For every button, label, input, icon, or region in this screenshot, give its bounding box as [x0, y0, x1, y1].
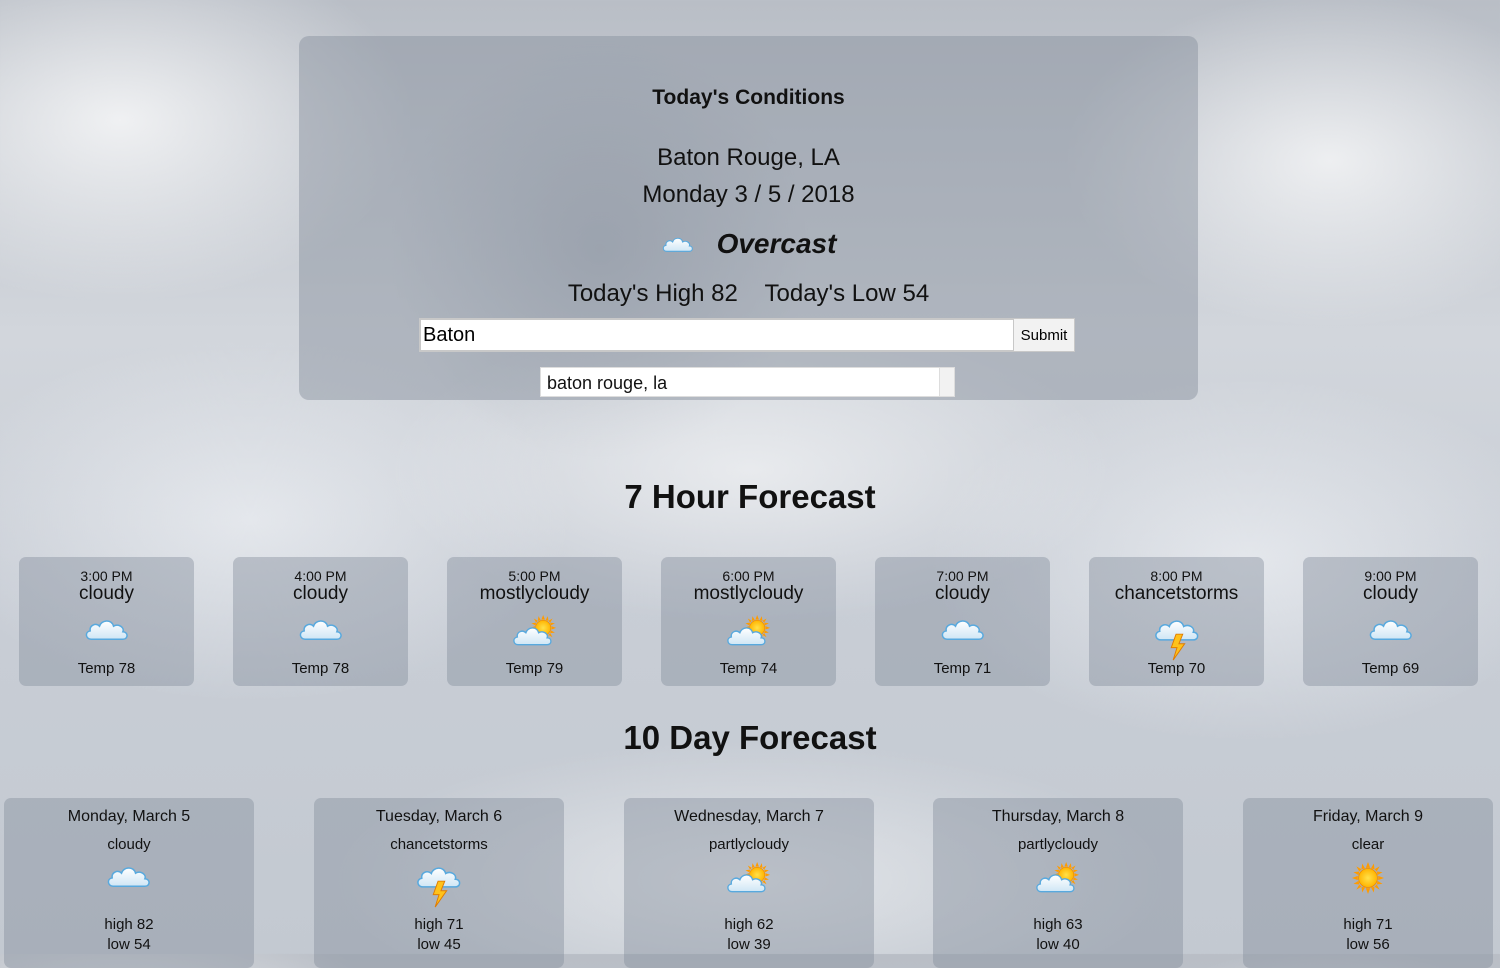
hour-time: 8:00 PM	[1150, 568, 1203, 584]
hour-temp: Temp 79	[505, 660, 564, 677]
hour-condition: cloudy	[1363, 583, 1418, 604]
day-low: low 45	[417, 936, 461, 953]
thunderstorm-icon	[1153, 615, 1201, 661]
panel-title: Today's Conditions	[652, 86, 845, 109]
location-label: Baton Rouge, LA	[657, 144, 840, 171]
cloudy-icon	[297, 615, 345, 643]
day-low: low 56	[1346, 936, 1390, 953]
day-condition: chancetstorms	[390, 836, 488, 853]
daily-card: Wednesday, March 7 partlycloudy high 62 …	[624, 798, 874, 968]
day-date: Tuesday, March 6	[375, 808, 503, 825]
date-label: Monday 3 / 5 / 2018	[642, 181, 855, 208]
hourly-forecast-title: 7 Hour Forecast	[624, 478, 876, 515]
hour-temp: Temp 69	[1361, 660, 1420, 677]
hourly-card: 9:00 PM cloudy Temp 69	[1303, 557, 1478, 686]
hour-time: 9:00 PM	[1364, 568, 1417, 584]
hour-condition: mostlycloudy	[693, 583, 804, 604]
day-low: low 54	[107, 936, 151, 953]
day-high: high 82	[104, 916, 154, 933]
hourly-card: 3:00 PM cloudy Temp 78	[19, 557, 194, 686]
thunderstorm-icon	[415, 862, 463, 908]
today-high: Today's High 82	[567, 280, 738, 307]
submit-button[interactable]: Submit	[1013, 318, 1075, 352]
hour-condition: cloudy	[293, 583, 348, 604]
day-condition: partlycloudy	[708, 836, 790, 853]
autocomplete-suggestion[interactable]: baton rouge, la	[540, 367, 955, 397]
hour-condition: cloudy	[79, 583, 134, 604]
hour-temp: Temp 78	[291, 660, 350, 677]
hour-temp: Temp 78	[77, 660, 136, 677]
today-low: Today's Low 54	[764, 280, 930, 307]
day-high: high 63	[1033, 916, 1083, 933]
partly-cloudy-icon	[1034, 862, 1082, 896]
hour-condition: chancetstorms	[1114, 583, 1239, 604]
hour-time: 3:00 PM	[80, 568, 133, 584]
hour-time: 7:00 PM	[936, 568, 989, 584]
day-date: Wednesday, March 7	[674, 808, 824, 825]
cloudy-icon	[105, 862, 153, 890]
daily-forecast-title: 10 Day Forecast	[623, 719, 877, 756]
hourly-card: 8:00 PM chancetstorms Temp 70	[1089, 557, 1264, 686]
hour-temp: Temp 71	[933, 660, 992, 677]
daily-card: Tuesday, March 6 chancetstorms high 71 l…	[314, 798, 564, 968]
cloudy-icon	[661, 234, 695, 254]
high-low-row: Today's High 82 Today's Low 54	[299, 280, 1198, 308]
day-low: low 40	[1036, 936, 1080, 953]
day-date: Monday, March 5	[67, 808, 191, 825]
day-high: high 71	[414, 916, 464, 933]
hourly-card: 6:00 PM mostlycloudy Temp 74	[661, 557, 836, 686]
hour-condition: cloudy	[935, 583, 990, 604]
hour-temp: Temp 70	[1147, 660, 1206, 677]
day-condition: clear	[1351, 836, 1385, 853]
hourly-card: 5:00 PM mostlycloudy Temp 79	[447, 557, 622, 686]
hourly-card: 4:00 PM cloudy Temp 78	[233, 557, 408, 686]
sun-icon	[1352, 862, 1384, 894]
hour-time: 4:00 PM	[294, 568, 347, 584]
condition-row: Overcast	[299, 228, 1198, 260]
location-search-input[interactable]	[419, 318, 1015, 352]
cloudy-icon	[83, 615, 131, 643]
hour-time: 5:00 PM	[508, 568, 561, 584]
day-high: high 62	[724, 916, 774, 933]
hour-condition: mostlycloudy	[479, 583, 590, 604]
cloudy-icon	[939, 615, 987, 643]
partly-cloudy-icon	[725, 862, 773, 896]
daily-card: Friday, March 9 clear high 71 low 56	[1243, 798, 1493, 968]
day-high: high 71	[1343, 916, 1393, 933]
cloudy-icon	[1367, 615, 1415, 643]
day-date: Friday, March 9	[1313, 808, 1423, 825]
partly-cloudy-icon	[511, 615, 559, 649]
day-low: low 39	[727, 936, 771, 953]
day-condition: partlycloudy	[1017, 836, 1099, 853]
day-condition: cloudy	[107, 836, 151, 853]
daily-card: Monday, March 5 cloudy high 82 low 54	[4, 798, 254, 968]
hour-time: 6:00 PM	[722, 568, 775, 584]
partly-cloudy-icon	[725, 615, 773, 649]
condition-label: Overcast	[716, 228, 837, 259]
day-date: Thursday, March 8	[991, 808, 1125, 825]
daily-card: Thursday, March 8 partlycloudy high 63 l…	[933, 798, 1183, 968]
hour-temp: Temp 74	[719, 660, 778, 677]
hourly-card: 7:00 PM cloudy Temp 71	[875, 557, 1050, 686]
current-conditions-panel: Today's Conditions Baton Rouge, LA Monda…	[299, 36, 1198, 400]
